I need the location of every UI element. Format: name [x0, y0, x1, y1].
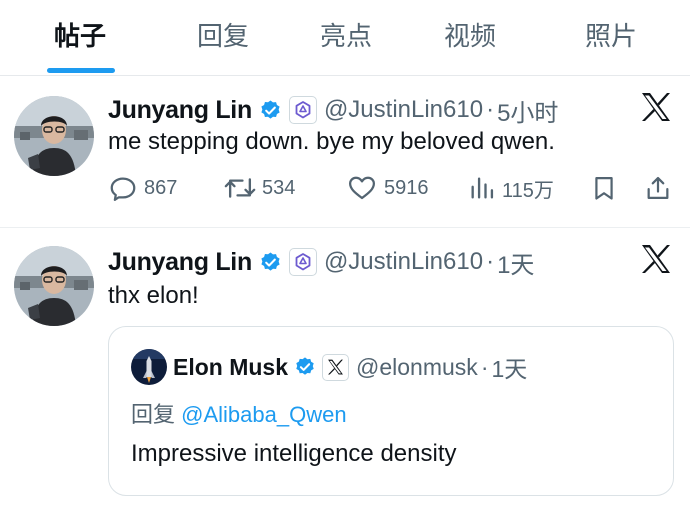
heart-icon [349, 176, 375, 200]
author-name[interactable]: Junyang Lin [108, 248, 252, 277]
verified-badge-icon [261, 99, 280, 119]
x-logo-icon [642, 245, 670, 273]
reply-count: 867 [144, 176, 178, 199]
views-chart-icon [471, 177, 494, 199]
x-affiliation-badge-icon[interactable] [322, 353, 350, 381]
like-button[interactable]: 5916 [346, 171, 429, 205]
quoted-author-avatar[interactable] [131, 349, 167, 385]
tweet-timestamp[interactable]: 5小时 [497, 93, 558, 128]
tab-videos[interactable]: 视频 [444, 18, 496, 54]
retweet-icon [224, 178, 256, 198]
quoted-author-name[interactable]: Elon Musk [173, 354, 288, 381]
quoted-tweet-header: Elon Musk @elonmusk · 1天 [173, 347, 527, 387]
bookmark-icon [595, 176, 613, 200]
tweet[interactable]: Junyang Lin @JustinLin610 · 5小时 me stepp… [0, 76, 690, 228]
view-count: 115万 [502, 179, 554, 202]
separator-dot: · [480, 353, 489, 380]
separator-dot: · [486, 248, 495, 275]
reply-icon [110, 177, 136, 201]
profile-tabs: 帖子 回复 亮点 视频 照片 [0, 0, 690, 76]
share-icon [647, 176, 669, 200]
mention-link[interactable]: @Alibaba_Qwen [181, 402, 346, 427]
tab-replies[interactable]: 回复 [197, 18, 249, 54]
author-name[interactable]: Junyang Lin [108, 96, 252, 125]
author-handle[interactable]: @JustinLin610 [324, 96, 483, 124]
affiliation-badge-icon[interactable] [288, 248, 317, 276]
reply-button[interactable]: 867 [108, 171, 177, 205]
tweet[interactable]: Junyang Lin @JustinLin610 · 1天 thx elon! [0, 228, 690, 510]
views-button[interactable]: 115万 [468, 171, 554, 205]
tweet-header: Junyang Lin @JustinLin610 · 5小时 [108, 90, 558, 130]
verified-badge-icon [261, 251, 280, 271]
retweet-count: 534 [262, 176, 296, 199]
share-button[interactable] [644, 171, 672, 205]
tweet-text: me stepping down. bye my beloved qwen. [108, 128, 555, 155]
tweet-text: thx elon! [108, 282, 199, 309]
tweet-timestamp[interactable]: 1天 [497, 245, 534, 280]
quoted-tweet-text: Impressive intelligence density [131, 440, 457, 467]
tweet-header: Junyang Lin @JustinLin610 · 1天 [108, 242, 534, 282]
quoted-author-handle[interactable]: @elonmusk [356, 354, 478, 381]
affiliation-badge-icon[interactable] [288, 96, 317, 124]
quoted-tweet-timestamp[interactable]: 1天 [491, 350, 527, 384]
verified-badge-icon [296, 357, 314, 375]
retweet-button[interactable]: 534 [224, 171, 295, 205]
avatar[interactable] [14, 96, 94, 176]
replying-to-label: 回复 [131, 402, 182, 427]
tweet-actions: 867 534 5916 115万 [108, 171, 678, 205]
x-logo-icon [642, 93, 670, 121]
tab-highlights[interactable]: 亮点 [320, 18, 372, 54]
tab-photos[interactable]: 照片 [585, 18, 637, 54]
separator-dot: · [486, 96, 495, 123]
avatar[interactable] [14, 246, 94, 326]
quoted-tweet[interactable]: Elon Musk @elonmusk · 1天 回复 @Alibaba_Qwe… [108, 326, 674, 496]
like-count: 5916 [384, 176, 429, 199]
active-tab-indicator [47, 68, 115, 73]
replying-to: 回复 @Alibaba_Qwen [131, 397, 347, 429]
bookmark-button[interactable] [590, 171, 618, 205]
author-handle[interactable]: @JustinLin610 [324, 248, 483, 276]
tab-posts[interactable]: 帖子 [54, 18, 106, 54]
